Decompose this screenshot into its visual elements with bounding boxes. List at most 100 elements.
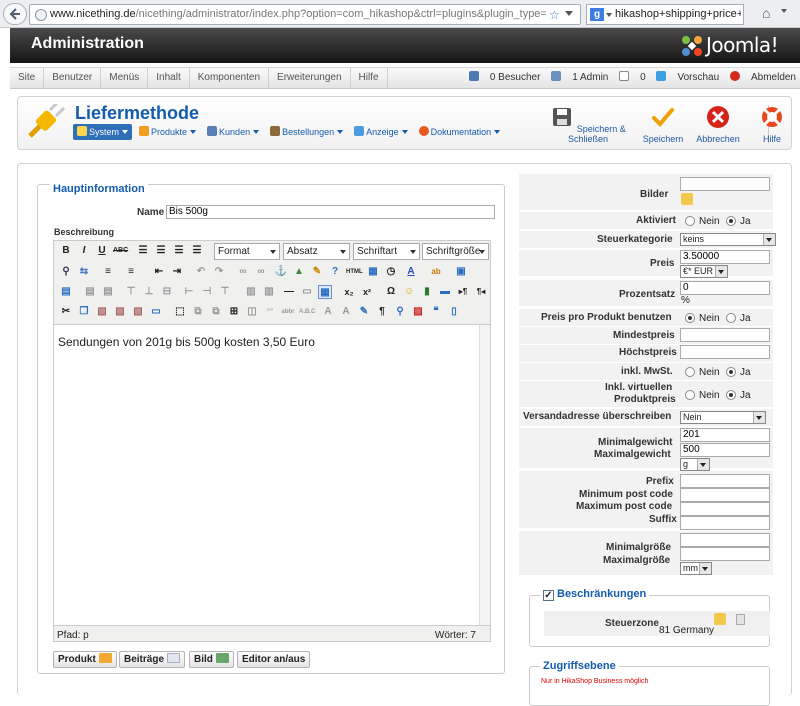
menu-users[interactable]: Benutzer: [44, 68, 102, 88]
toggle-editor-button[interactable]: Editor an/aus: [237, 651, 311, 668]
override-address-select[interactable]: Nein: [680, 411, 766, 424]
delete-col-icon[interactable]: ⊤: [218, 285, 232, 299]
virtual-no-radio[interactable]: Nein: [685, 390, 720, 401]
undo-icon[interactable]: ↶: [194, 265, 208, 279]
help-button[interactable]: Hilfe: [758, 105, 786, 144]
home-dropdown-icon[interactable]: [781, 9, 787, 13]
menu-help[interactable]: Hilfe: [351, 68, 388, 88]
editor-scrollbar[interactable]: [479, 325, 490, 625]
menu-site[interactable]: Site: [10, 68, 45, 88]
vat-yes-radio[interactable]: Ja: [726, 367, 751, 378]
font-family-select[interactable]: Schriftart: [353, 243, 420, 260]
merge-cells-icon[interactable]: ▥: [262, 285, 276, 299]
logout-link[interactable]: Abmelden: [729, 68, 796, 88]
emoticons-icon[interactable]: ☺: [402, 285, 416, 299]
min-weight-input[interactable]: 201: [680, 428, 770, 442]
submenu-documentation[interactable]: Dokumentation: [415, 124, 505, 140]
styles-icon[interactable]: ◫: [245, 305, 259, 319]
indent-icon[interactable]: ⇥: [170, 265, 184, 279]
visual-chars-icon[interactable]: ¶: [375, 305, 389, 319]
address-bar[interactable]: www.nicething.de/nicething/administrator…: [29, 4, 601, 25]
insert-time-icon[interactable]: ◷: [384, 265, 398, 279]
format-select[interactable]: Format: [214, 243, 280, 260]
tax-category-select[interactable]: keins: [680, 233, 776, 246]
insert-image-button[interactable]: Bild: [189, 651, 234, 668]
special-char-icon[interactable]: Ω: [384, 285, 398, 299]
row-before-icon[interactable]: ⊤: [124, 285, 138, 299]
submenu-customers[interactable]: Kunden: [203, 124, 263, 140]
submenu-display[interactable]: Anzeige: [350, 124, 412, 140]
nonbreaking-icon[interactable]: ▨: [411, 305, 425, 319]
superscript-icon[interactable]: x²: [360, 285, 374, 299]
max-size-input[interactable]: [680, 547, 770, 561]
delete-zone-icon[interactable]: [736, 614, 745, 625]
currency-select[interactable]: €* EUR: [680, 265, 728, 278]
align-justify-icon[interactable]: ☰: [190, 244, 204, 258]
html-source-icon[interactable]: HTML: [346, 265, 363, 279]
italic-icon[interactable]: I: [77, 244, 91, 258]
restrictions-checkbox[interactable]: ✓: [543, 590, 554, 601]
submenu-orders[interactable]: Bestellungen: [266, 124, 347, 140]
select-all-icon[interactable]: ▭: [149, 305, 163, 319]
paragraph-select[interactable]: Absatz: [283, 243, 350, 260]
underline-icon[interactable]: U: [95, 244, 109, 258]
fullscreen-icon[interactable]: ▣: [454, 265, 468, 279]
editor-content-area[interactable]: Sendungen von 201g bis 500g kosten 3,50 …: [54, 324, 490, 626]
insert-table-icon[interactable]: ▤: [59, 285, 73, 299]
active-yes-radio[interactable]: Ja: [726, 216, 751, 227]
align-right-icon[interactable]: ☰: [172, 244, 186, 258]
menu-menus[interactable]: Menüs: [101, 68, 149, 88]
move-forward-icon[interactable]: ⧉: [191, 305, 205, 319]
link-icon[interactable]: ∞: [236, 265, 250, 279]
move-backward-icon[interactable]: ⧉: [209, 305, 223, 319]
search-bar[interactable]: g hikashop+shipping+price+p: [586, 4, 744, 25]
weight-unit-select[interactable]: g: [680, 458, 710, 471]
strikethrough-icon[interactable]: ABC: [113, 244, 128, 258]
cite-icon[interactable]: “”: [263, 305, 277, 319]
prefix-input[interactable]: [680, 474, 770, 488]
back-button[interactable]: [3, 3, 27, 25]
copy-icon[interactable]: ❐: [77, 305, 91, 319]
redo-icon[interactable]: ↷: [212, 265, 226, 279]
col-after-icon[interactable]: ⊣: [200, 285, 214, 299]
row-after-icon[interactable]: ⊥: [142, 285, 156, 299]
font-size-select[interactable]: Schriftgröße: [422, 243, 489, 260]
find-icon[interactable]: ⚲: [59, 265, 73, 279]
media-icon[interactable]: ▮: [420, 285, 434, 299]
replace-icon[interactable]: ⇆: [77, 265, 91, 279]
bold-icon[interactable]: B: [59, 244, 73, 258]
min-post-input[interactable]: [680, 488, 770, 502]
paste-icon[interactable]: ▧: [95, 305, 109, 319]
insertion-icon[interactable]: A: [339, 305, 353, 319]
cell-props-icon[interactable]: ▤: [101, 285, 115, 299]
subscript-icon[interactable]: x₂: [342, 285, 356, 299]
suffix-input[interactable]: [680, 516, 770, 530]
anchor-icon[interactable]: ⚓: [274, 265, 288, 279]
insert-date-icon[interactable]: ▦: [366, 265, 380, 279]
split-cells-icon[interactable]: ▥: [244, 285, 258, 299]
edit-zone-icon[interactable]: [714, 613, 726, 625]
numbered-list-icon[interactable]: ≡: [124, 265, 138, 279]
home-icon[interactable]: ⌂: [762, 5, 770, 21]
text-color-icon[interactable]: A: [404, 265, 418, 279]
save-close-button[interactable]: Speichern & Schließen: [543, 105, 633, 144]
col-before-icon[interactable]: ⊢: [182, 285, 196, 299]
bullet-list-icon[interactable]: ≡: [101, 265, 115, 279]
submenu-products[interactable]: Produkte: [135, 124, 200, 140]
ppp-no-radio[interactable]: Nein: [685, 313, 720, 324]
images-input[interactable]: [680, 177, 770, 191]
vat-no-radio[interactable]: Nein: [685, 367, 720, 378]
ppp-yes-radio[interactable]: Ja: [726, 313, 751, 324]
outdent-icon[interactable]: ⇤: [152, 265, 166, 279]
min-price-input[interactable]: [680, 328, 770, 342]
image-upload-icon[interactable]: [681, 193, 693, 205]
max-weight-input[interactable]: 500: [680, 443, 770, 457]
save-button[interactable]: Speichern: [638, 105, 688, 144]
menu-content[interactable]: Inhalt: [148, 68, 190, 88]
attributes-icon[interactable]: ✎: [357, 305, 371, 319]
help-editor-icon[interactable]: ?: [328, 265, 342, 279]
delete-row-icon[interactable]: ⊟: [160, 285, 174, 299]
percent-input[interactable]: 0: [680, 281, 770, 295]
virtual-yes-radio[interactable]: Ja: [726, 390, 751, 401]
template-icon[interactable]: ⚲: [393, 305, 407, 319]
